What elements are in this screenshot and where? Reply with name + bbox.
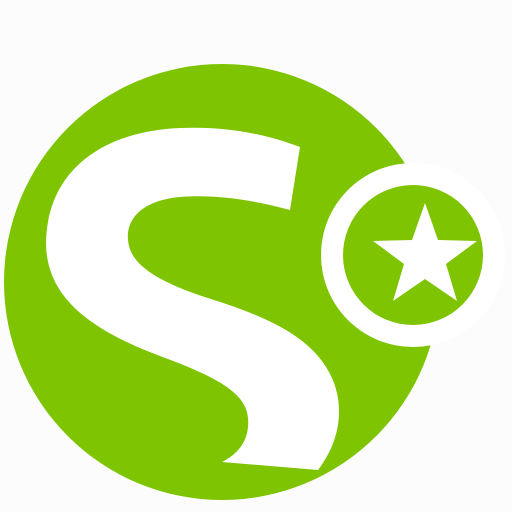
app-icon-canvas [0, 0, 512, 512]
s-star-logo [4, 64, 505, 500]
